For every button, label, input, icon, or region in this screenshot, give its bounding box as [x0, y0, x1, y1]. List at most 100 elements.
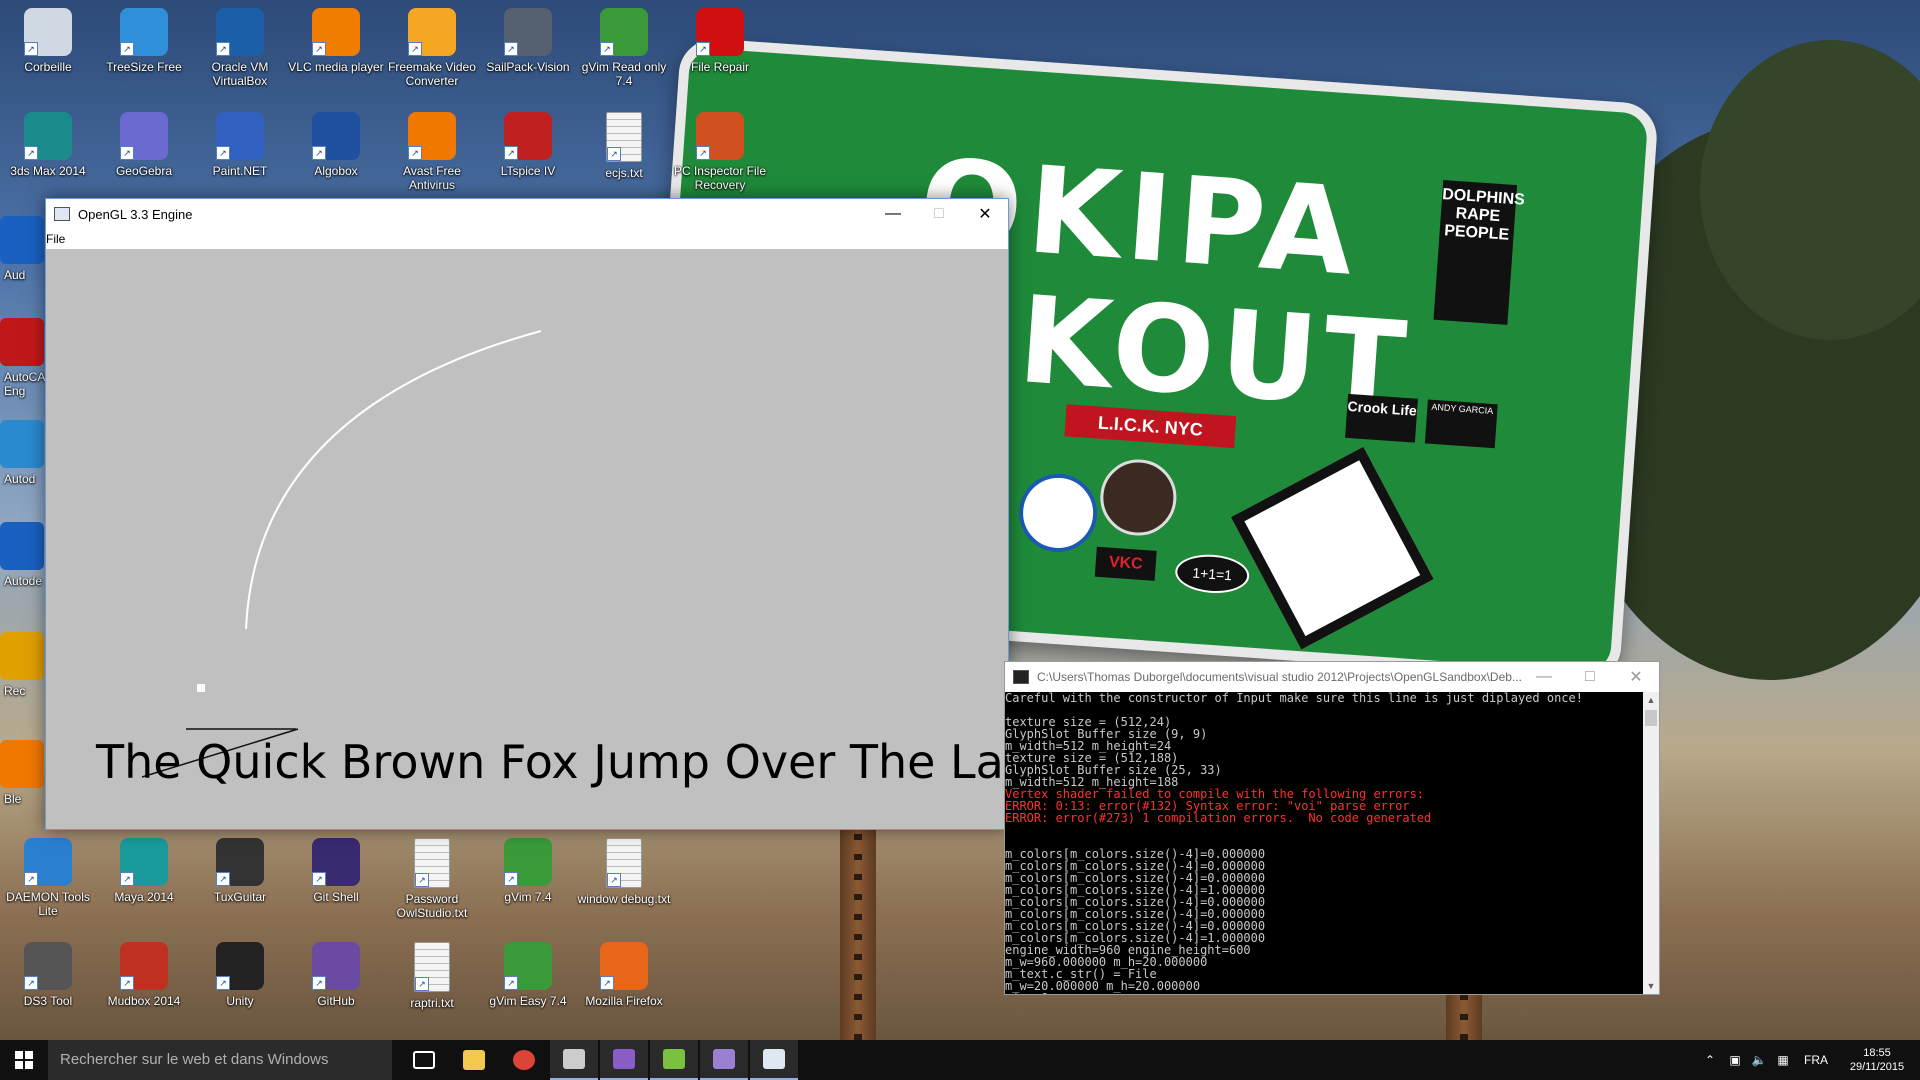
desktop-icon[interactable]: ↗ Unity: [192, 942, 288, 1008]
console-output[interactable]: Careful with the constructor of Input ma…: [1005, 692, 1643, 994]
desktop-icon[interactable]: ↗ PC Inspector File Recovery: [672, 112, 768, 192]
desktop-icon[interactable]: Autode: [0, 522, 46, 588]
desktop-icon[interactable]: Autod: [0, 420, 46, 486]
desktop-icon[interactable]: ↗ window debug.txt: [576, 838, 672, 906]
desktop-icon[interactable]: ↗ SailPack-Vision: [480, 8, 576, 74]
console-close-button[interactable]: ✕: [1613, 662, 1659, 692]
desktop-icon-label: Mudbox 2014: [107, 994, 181, 1008]
console-titlebar[interactable]: C:\Users\Thomas Duborgel\documents\visua…: [1005, 662, 1659, 692]
desktop-icon[interactable]: ↗ gVim 7.4: [480, 838, 576, 904]
maximize-button[interactable]: □: [916, 199, 962, 229]
shortcut-arrow-icon: ↗: [216, 146, 230, 160]
desktop-icon[interactable]: ↗ Freemake Video Converter: [384, 8, 480, 88]
taskbar-button[interactable]: [700, 1040, 748, 1080]
partial-app-icon: [0, 318, 44, 366]
desktop-icon[interactable]: ↗ VLC media player: [288, 8, 384, 74]
desktop-icon[interactable]: ↗ Oracle VM VirtualBox: [192, 8, 288, 88]
taskbar-button[interactable]: [500, 1040, 548, 1080]
desktop-icon-label: TuxGuitar: [213, 890, 267, 904]
tuxguitar-icon: ↗: [216, 838, 264, 886]
tray-language[interactable]: FRA: [1798, 1040, 1834, 1080]
sticker-circle-blue: [1016, 471, 1100, 555]
sailpack-icon: ↗: [504, 8, 552, 56]
desktop-icon[interactable]: ↗ LTspice IV: [480, 112, 576, 178]
desktop-icon[interactable]: Aud: [0, 216, 46, 282]
desktop-icon[interactable]: ↗ Maya 2014: [96, 838, 192, 904]
desktop-icon-label: Mozilla Firefox: [585, 994, 663, 1008]
desktop-icon[interactable]: ↗ gVim Read only 7.4: [576, 8, 672, 88]
shortcut-arrow-icon: ↗: [120, 976, 134, 990]
desktop-icon-label: Rec: [4, 684, 26, 698]
close-button[interactable]: ✕: [962, 199, 1008, 229]
window-title: OpenGL 3.3 Engine: [78, 206, 193, 222]
desktop-icon[interactable]: Rec: [0, 632, 46, 698]
start-button[interactable]: [0, 1040, 48, 1080]
daemon-tools-icon: ↗: [24, 838, 72, 886]
scroll-down-icon[interactable]: ▼: [1643, 978, 1659, 994]
opengl-canvas[interactable]: The Quick Brown Fox Jump Over The Lazy D: [46, 249, 1008, 829]
desktop-icon[interactable]: ↗ raptri.txt: [384, 942, 480, 1010]
shortcut-arrow-icon: ↗: [24, 872, 38, 886]
desktop-icon-label: GeoGebra: [115, 164, 173, 178]
desktop-icon[interactable]: ↗ File Repair: [672, 8, 768, 74]
desktop-icon[interactable]: ↗ GeoGebra: [96, 112, 192, 178]
desktop-icon[interactable]: ↗ DAEMON Tools Lite: [0, 838, 96, 918]
sticker-vkc: VKC: [1094, 546, 1157, 581]
minimize-button[interactable]: —: [870, 199, 916, 229]
scroll-up-icon[interactable]: ▲: [1643, 692, 1659, 708]
tray-date: 29/11/2015: [1849, 1061, 1905, 1073]
taskbar-button[interactable]: [550, 1040, 598, 1080]
desktop-icon[interactable]: ↗ gVim Easy 7.4: [480, 942, 576, 1008]
shortcut-arrow-icon: ↗: [24, 146, 38, 160]
desktop-icon-label: Password OwlStudio.txt: [396, 892, 468, 920]
menu-file[interactable]: File: [46, 232, 65, 246]
taskbar-button[interactable]: [450, 1040, 498, 1080]
avast-icon: ↗: [408, 112, 456, 160]
desktop-icon[interactable]: ↗ Password OwlStudio.txt: [384, 838, 480, 920]
tray-chevron-icon[interactable]: ⌃: [1700, 1040, 1720, 1080]
shortcut-arrow-icon: ↗: [408, 42, 422, 56]
tray-volume-icon[interactable]: 🔈: [1748, 1040, 1770, 1080]
shortcut-arrow-icon: ↗: [24, 42, 38, 56]
desktop-icon-label: Autode: [4, 574, 43, 588]
gvim-icon: ↗: [600, 8, 648, 56]
desktop-icon-label: Paint.NET: [212, 164, 268, 178]
desktop-icon[interactable]: ↗ Mudbox 2014: [96, 942, 192, 1008]
tray-clock[interactable]: 18:55 29/11/2015: [1844, 1040, 1910, 1080]
desktop-icon[interactable]: ↗ Algobox: [288, 112, 384, 178]
desktop-icon[interactable]: ↗ Corbeille: [0, 8, 96, 74]
opengl-window-titlebar[interactable]: OpenGL 3.3 Engine — □ ✕: [46, 199, 1008, 229]
rendered-text: The Quick Brown Fox Jump Over The Lazy D: [96, 735, 1008, 789]
console-scrollbar[interactable]: ▲ ▼: [1643, 692, 1659, 994]
geogebra-icon: ↗: [120, 112, 168, 160]
shortcut-arrow-icon: ↗: [696, 146, 710, 160]
desktop-icon[interactable]: ↗ Git Shell: [288, 838, 384, 904]
desktop-icon[interactable]: Ble: [0, 740, 46, 806]
desktop-icon[interactable]: ↗ 3ds Max 2014: [0, 112, 96, 178]
tray-ime-icon[interactable]: ▦: [1772, 1040, 1794, 1080]
partial-app-icon: [0, 632, 44, 680]
desktop-icon-label: Git Shell: [313, 890, 359, 904]
taskbar-search[interactable]: Rechercher sur le web et dans Windows: [48, 1040, 392, 1080]
desktop-icon[interactable]: ↗ ecjs.txt: [576, 112, 672, 180]
desktop-icon[interactable]: ↗ Paint.NET: [192, 112, 288, 178]
desktop-icon[interactable]: ↗ Mozilla Firefox: [576, 942, 672, 1008]
taskbar-button[interactable]: [650, 1040, 698, 1080]
desktop-icon[interactable]: ↗ GitHub: [288, 942, 384, 1008]
taskbar-button[interactable]: [400, 1040, 448, 1080]
desktop-icon-label: GitHub: [317, 994, 355, 1008]
console-minimize-button[interactable]: —: [1521, 662, 1567, 692]
gvim-icon: ↗: [504, 838, 552, 886]
sticker-dolphins: DOLPHINS RAPE PEOPLE: [1433, 180, 1525, 325]
console-maximize-button[interactable]: □: [1567, 662, 1613, 692]
desktop-icon[interactable]: ↗ TuxGuitar: [192, 838, 288, 904]
desktop-icon[interactable]: ↗ TreeSize Free: [96, 8, 192, 74]
taskbar-button[interactable]: [750, 1040, 798, 1080]
github-icon: ↗: [312, 942, 360, 990]
desktop-icon[interactable]: ↗ DS3 Tool: [0, 942, 96, 1008]
tray-network-icon[interactable]: ▣: [1724, 1040, 1746, 1080]
desktop-icon[interactable]: ↗ Avast Free Antivirus: [384, 112, 480, 192]
taskbar-button[interactable]: [600, 1040, 648, 1080]
scroll-thumb[interactable]: [1645, 710, 1657, 726]
desktop-icon[interactable]: AutoCA Eng: [0, 318, 46, 398]
